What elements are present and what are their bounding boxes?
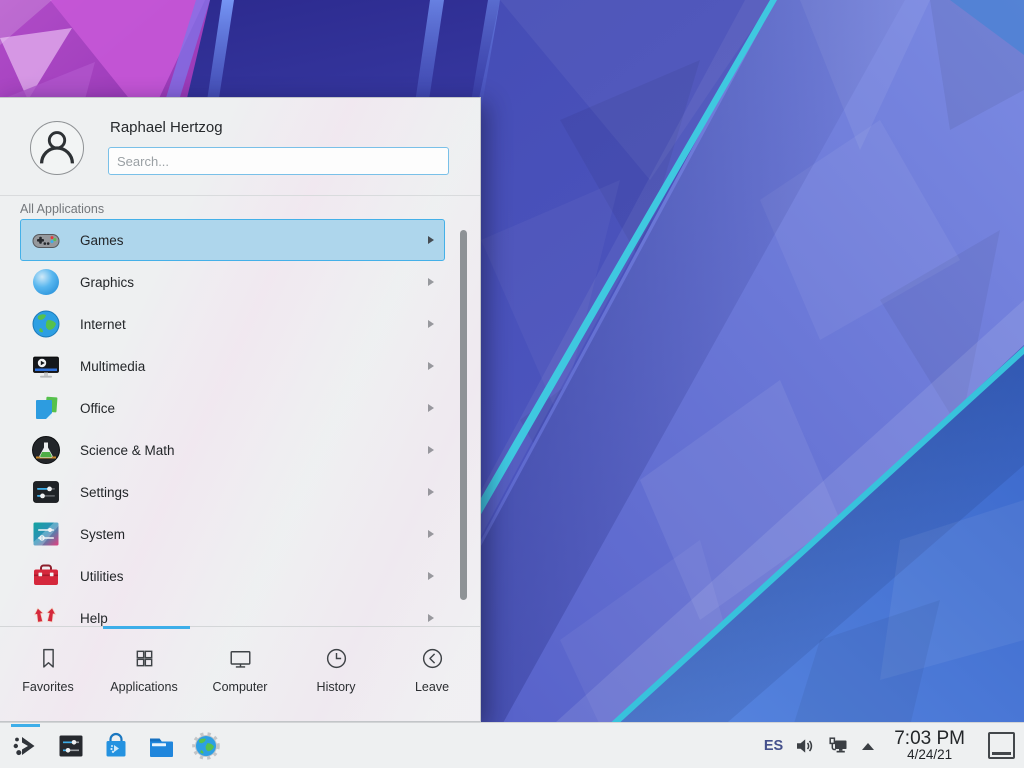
science-icon — [30, 434, 62, 466]
user-avatar[interactable] — [30, 121, 84, 175]
system-icon — [30, 518, 62, 550]
system-settings-icon — [55, 730, 87, 762]
tab-label: History — [317, 680, 356, 694]
category-row-science-math[interactable]: Science & Math — [20, 429, 445, 471]
submenu-arrow-icon — [428, 320, 434, 328]
taskbar-discover[interactable] — [100, 730, 132, 762]
applications-grid-icon — [131, 645, 158, 672]
category-row-internet[interactable]: Internet — [20, 303, 445, 345]
games-icon — [30, 224, 62, 256]
taskbar-panel: ES 7:03 PM 4/24/21 — [0, 722, 1024, 768]
settings-icon — [30, 476, 62, 508]
category-label: Games — [80, 233, 124, 248]
scrollbar-thumb[interactable] — [460, 230, 467, 600]
category-row-utilities[interactable]: Utilities — [20, 555, 445, 597]
category-label: System — [80, 527, 125, 542]
tab-computer[interactable]: Computer — [192, 627, 288, 723]
help-icon — [30, 602, 62, 626]
submenu-arrow-icon — [428, 530, 434, 538]
submenu-arrow-icon — [428, 446, 434, 454]
taskbar-system-settings[interactable] — [55, 730, 87, 762]
show-desktop-button[interactable] — [988, 732, 1015, 759]
tab-favorites[interactable]: Favorites — [0, 627, 96, 723]
user-person-icon — [31, 122, 83, 174]
submenu-arrow-icon — [428, 236, 434, 244]
section-label-all-applications: All Applications — [20, 202, 104, 216]
submenu-arrow-icon — [428, 488, 434, 496]
volume-icon[interactable] — [794, 735, 816, 757]
category-label: Settings — [80, 485, 129, 500]
system-tray: ES 7:03 PM 4/24/21 — [764, 729, 1024, 763]
submenu-arrow-icon — [428, 362, 434, 370]
tab-leave[interactable]: Leave — [384, 627, 480, 723]
taskbar-application-launcher[interactable] — [10, 730, 42, 762]
bookmark-icon — [35, 645, 62, 672]
category-row-games[interactable]: Games — [20, 219, 445, 261]
keyboard-layout-indicator[interactable]: ES — [764, 738, 783, 754]
category-row-help[interactable]: Help — [20, 597, 445, 626]
history-clock-icon — [323, 645, 350, 672]
submenu-arrow-icon — [428, 278, 434, 286]
category-label: Multimedia — [80, 359, 145, 374]
launcher-footer-tabs: Favorites Applications Computer — [0, 626, 480, 723]
leave-icon — [419, 645, 446, 672]
internet-icon — [30, 308, 62, 340]
application-category-list: Games Graphics — [0, 219, 481, 626]
category-row-system[interactable]: System — [20, 513, 445, 555]
category-row-settings[interactable]: Settings — [20, 471, 445, 513]
discover-bag-icon — [100, 730, 132, 762]
tab-label: Applications — [110, 680, 177, 694]
dolphin-folder-icon — [145, 730, 177, 762]
category-label: Graphics — [80, 275, 134, 290]
network-icon[interactable] — [827, 735, 849, 757]
category-label: Internet — [80, 317, 126, 332]
submenu-arrow-icon — [428, 614, 434, 622]
task-manager — [0, 730, 222, 762]
submenu-arrow-icon — [428, 572, 434, 580]
multimedia-icon — [30, 350, 62, 382]
user-name: Raphael Hertzog — [110, 119, 223, 136]
expand-tray-caret-icon[interactable] — [860, 739, 876, 753]
category-label: Science & Math — [80, 443, 175, 458]
category-label: Utilities — [80, 569, 124, 584]
tab-history[interactable]: History — [288, 627, 384, 723]
launcher-header: Raphael Hertzog — [0, 98, 480, 196]
category-row-office[interactable]: Office — [20, 387, 445, 429]
digital-clock[interactable]: 7:03 PM 4/24/21 — [894, 729, 965, 763]
application-launcher-popup: Raphael Hertzog All Applications Games — [0, 97, 481, 722]
submenu-arrow-icon — [428, 404, 434, 412]
tab-label: Computer — [213, 680, 268, 694]
category-label: Help — [80, 611, 108, 626]
tab-label: Favorites — [22, 680, 73, 694]
tab-label: Leave — [415, 680, 449, 694]
graphics-icon — [30, 266, 62, 298]
category-row-multimedia[interactable]: Multimedia — [20, 345, 445, 387]
computer-icon — [227, 645, 254, 672]
taskbar-web-browser[interactable] — [190, 730, 222, 762]
office-icon — [30, 392, 62, 424]
clock-time: 7:03 PM — [894, 729, 965, 749]
category-label: Office — [80, 401, 115, 416]
utilities-icon — [30, 560, 62, 592]
active-task-indicator — [11, 724, 40, 727]
globe-browser-icon — [190, 730, 222, 762]
tab-applications[interactable]: Applications — [96, 627, 192, 723]
clock-date: 4/24/21 — [894, 748, 965, 762]
taskbar-file-manager[interactable] — [145, 730, 177, 762]
search-input[interactable] — [108, 147, 449, 175]
desktop: Raphael Hertzog All Applications Games — [0, 0, 1024, 768]
category-row-graphics[interactable]: Graphics — [20, 261, 445, 303]
plasma-launcher-icon — [10, 730, 42, 762]
